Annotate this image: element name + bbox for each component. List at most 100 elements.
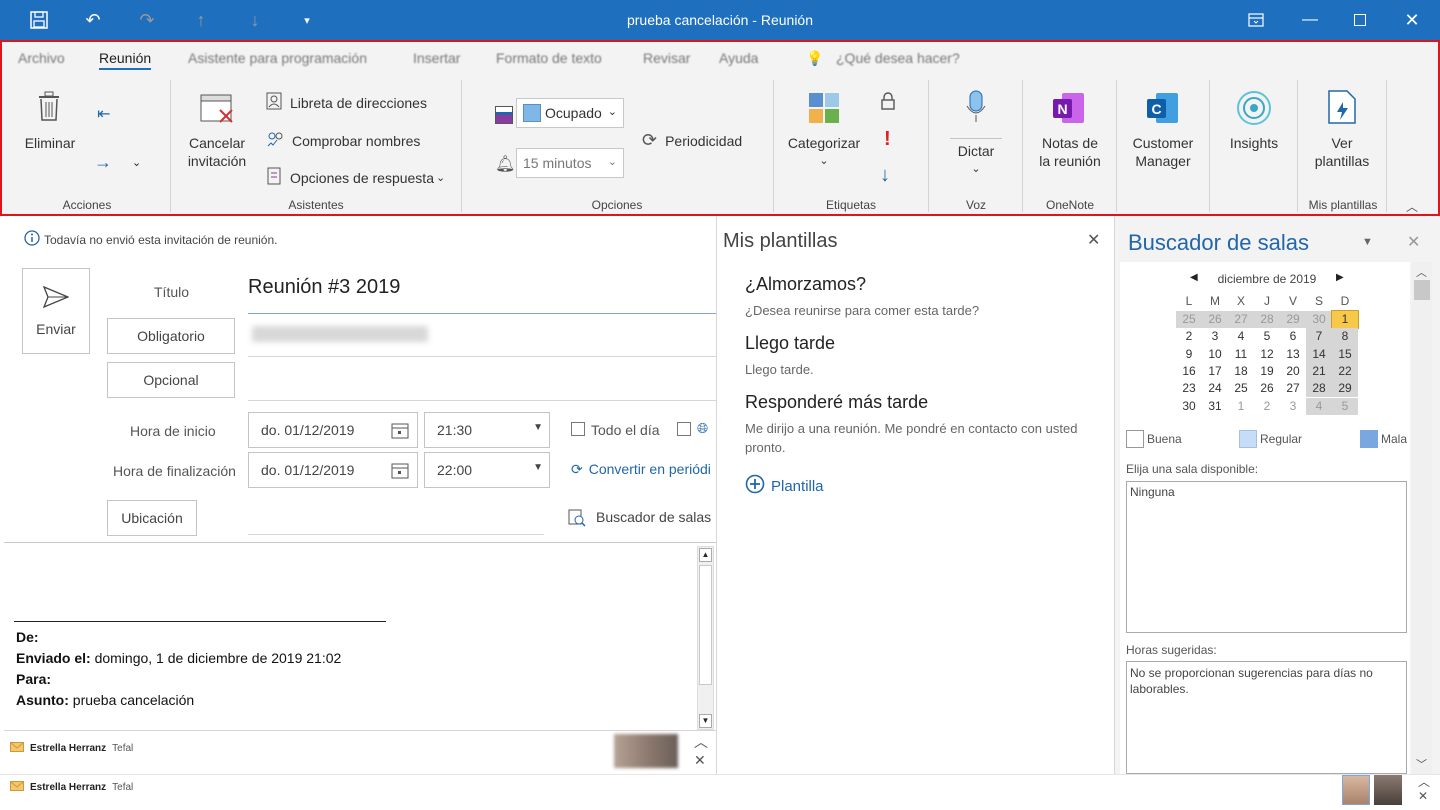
insights-button[interactable]: Insights bbox=[1220, 134, 1288, 152]
high-importance-icon[interactable]: ! bbox=[884, 128, 891, 151]
scroll-thumb[interactable] bbox=[699, 565, 712, 685]
calendar-day[interactable]: 29 bbox=[1332, 380, 1358, 398]
avatar[interactable] bbox=[1374, 775, 1402, 805]
room-finder-button[interactable]: Buscador de salas bbox=[568, 509, 711, 530]
room-list[interactable]: Ninguna bbox=[1126, 481, 1407, 633]
calendar-day[interactable]: 26 bbox=[1202, 311, 1228, 329]
calendar-day[interactable]: 5 bbox=[1332, 397, 1358, 415]
delete-button[interactable]: Eliminar bbox=[22, 134, 78, 152]
required-attendees-input[interactable] bbox=[252, 326, 428, 342]
cancel-invitation-button[interactable]: Cancelar invitación bbox=[182, 134, 252, 170]
scroll-up-icon[interactable]: ︿ bbox=[1416, 264, 1427, 280]
optional-button[interactable]: Opcional bbox=[107, 362, 235, 398]
view-templates-button[interactable]: Ver plantillas bbox=[1306, 134, 1378, 170]
calendar-day[interactable]: 27 bbox=[1280, 380, 1306, 397]
calendar-day[interactable]: 25 bbox=[1228, 380, 1254, 397]
end-date-input[interactable]: do. 01/12/2019 bbox=[248, 452, 418, 488]
calendar-day[interactable]: 1 bbox=[1331, 309, 1359, 330]
calendar-day[interactable]: 28 bbox=[1254, 311, 1280, 329]
minimize-icon[interactable]: — bbox=[1298, 8, 1322, 32]
people-avatars[interactable] bbox=[614, 734, 678, 768]
calendar-day[interactable]: 25 bbox=[1176, 311, 1202, 329]
calendar-day[interactable]: 30 bbox=[1176, 398, 1202, 415]
calendar-day[interactable]: 24 bbox=[1202, 380, 1228, 397]
calendar-day[interactable]: 29 bbox=[1280, 311, 1306, 329]
calendar-icon[interactable] bbox=[391, 461, 409, 482]
calendar-day[interactable]: 27 bbox=[1228, 311, 1254, 329]
recurrence-button[interactable]: ⟳ Periodicidad bbox=[642, 130, 742, 151]
calendar-day[interactable]: 7 bbox=[1306, 328, 1332, 346]
template-text[interactable]: Llego tarde. bbox=[745, 360, 1085, 379]
collapse-ribbon-icon[interactable]: ︿ bbox=[1406, 198, 1418, 215]
check-names-button[interactable]: Comprobar nombres bbox=[266, 130, 420, 151]
body-scrollbar[interactable]: ▲ ▼ bbox=[697, 546, 714, 730]
next-month-icon[interactable]: ▶ bbox=[1336, 272, 1344, 283]
calendar-move-icon[interactable]: ⇤ bbox=[97, 104, 110, 124]
scroll-thumb[interactable] bbox=[1414, 280, 1430, 300]
location-button[interactable]: Ubicación bbox=[107, 500, 197, 536]
reminder-select[interactable]: 15 minutos ⌄ bbox=[516, 148, 624, 178]
tab-insertar[interactable]: Insertar bbox=[413, 50, 460, 66]
room-finder-scrollbar[interactable]: ︿ ﹀ bbox=[1412, 262, 1432, 774]
pane-menu-icon[interactable]: ▼ bbox=[1362, 236, 1373, 248]
calendar-day[interactable]: 16 bbox=[1176, 363, 1202, 380]
scroll-down-icon[interactable]: ﹀ bbox=[1416, 756, 1427, 772]
template-title[interactable]: Llego tarde bbox=[745, 333, 835, 354]
calendar-day[interactable]: 2 bbox=[1254, 398, 1280, 415]
calendar-day[interactable]: 3 bbox=[1280, 398, 1306, 415]
calendar-day[interactable]: 14 bbox=[1306, 345, 1332, 363]
meeting-notes-button[interactable]: Notas de la reunión bbox=[1032, 134, 1108, 170]
required-button[interactable]: Obligatorio bbox=[107, 318, 235, 354]
calendar-day[interactable]: 6 bbox=[1280, 328, 1306, 345]
globe-icon[interactable]: 🌐︎ bbox=[697, 420, 708, 437]
start-date-input[interactable]: do. 01/12/2019 bbox=[248, 412, 418, 448]
all-day-checkbox[interactable] bbox=[571, 422, 585, 436]
suggested-times-list[interactable]: No se proporcionan sugerencias para días… bbox=[1126, 661, 1407, 774]
template-title[interactable]: Responderé más tarde bbox=[745, 392, 928, 413]
calendar-day[interactable]: 18 bbox=[1228, 363, 1254, 380]
response-options-button[interactable]: Opciones de respuesta ⌄ bbox=[266, 167, 445, 188]
forward-icon[interactable]: → bbox=[94, 152, 112, 173]
tab-archivo[interactable]: Archivo bbox=[18, 50, 65, 66]
chevron-up-icon[interactable]: ︿ bbox=[1418, 773, 1430, 790]
calendar-day[interactable]: 15 bbox=[1332, 345, 1358, 363]
calendar-day[interactable]: 22 bbox=[1332, 362, 1358, 381]
calendar-day[interactable]: 11 bbox=[1228, 346, 1254, 363]
calendar-day[interactable]: 30 bbox=[1306, 311, 1332, 329]
add-template-button[interactable]: Plantilla bbox=[745, 474, 824, 498]
lock-icon[interactable] bbox=[880, 92, 896, 115]
calendar-icon[interactable] bbox=[391, 421, 409, 442]
close-people-icon[interactable]: ✕ bbox=[694, 752, 706, 769]
close-room-finder-icon[interactable]: ✕ bbox=[1407, 232, 1420, 252]
tab-reunion[interactable]: Reunión bbox=[99, 50, 152, 70]
calendar-day[interactable]: 3 bbox=[1202, 328, 1228, 345]
calendar-day[interactable]: 13 bbox=[1280, 346, 1306, 363]
calendar-day[interactable]: 23 bbox=[1176, 380, 1202, 397]
convert-recurring-link[interactable]: ⟳ Convertir en periódi bbox=[571, 461, 716, 478]
calendar-day[interactable]: 31 bbox=[1202, 398, 1228, 415]
calendar-day[interactable]: 21 bbox=[1306, 362, 1332, 381]
ribbon-display-icon[interactable] bbox=[1244, 8, 1268, 32]
start-time-select[interactable]: 21:30 ▼ bbox=[424, 412, 550, 448]
scroll-down-icon[interactable]: ▼ bbox=[699, 714, 712, 728]
calendar-day[interactable]: 1 bbox=[1228, 398, 1254, 415]
location-input-underline[interactable] bbox=[248, 534, 544, 535]
tab-ayuda[interactable]: Ayuda bbox=[719, 50, 758, 66]
show-as-select[interactable]: Ocupado ⌄ bbox=[516, 98, 624, 128]
time-zone-checkbox[interactable] bbox=[677, 422, 691, 436]
calendar-day[interactable]: 4 bbox=[1306, 397, 1332, 415]
title-input[interactable]: Reunión #3 2019 bbox=[248, 276, 400, 299]
close-icon[interactable]: ✕ bbox=[1418, 789, 1428, 803]
calendar-day[interactable]: 4 bbox=[1228, 328, 1254, 345]
calendar-day[interactable]: 20 bbox=[1280, 363, 1306, 380]
dictate-button[interactable]: Dictar ⌄ bbox=[946, 142, 1006, 178]
customer-manager-button[interactable]: Customer Manager bbox=[1124, 134, 1202, 170]
end-time-select[interactable]: 22:00 ▼ bbox=[424, 452, 550, 488]
calendar-day[interactable]: 19 bbox=[1254, 363, 1280, 380]
avatar[interactable] bbox=[1342, 775, 1370, 805]
calendar-day[interactable]: 26 bbox=[1254, 380, 1280, 397]
template-title[interactable]: ¿Almorzamos? bbox=[745, 274, 866, 295]
close-templates-icon[interactable]: ✕ bbox=[1087, 230, 1100, 250]
message-body[interactable]: De: Enviado el: domingo, 1 de diciembre … bbox=[16, 627, 676, 711]
calendar-day[interactable]: 28 bbox=[1306, 380, 1332, 398]
